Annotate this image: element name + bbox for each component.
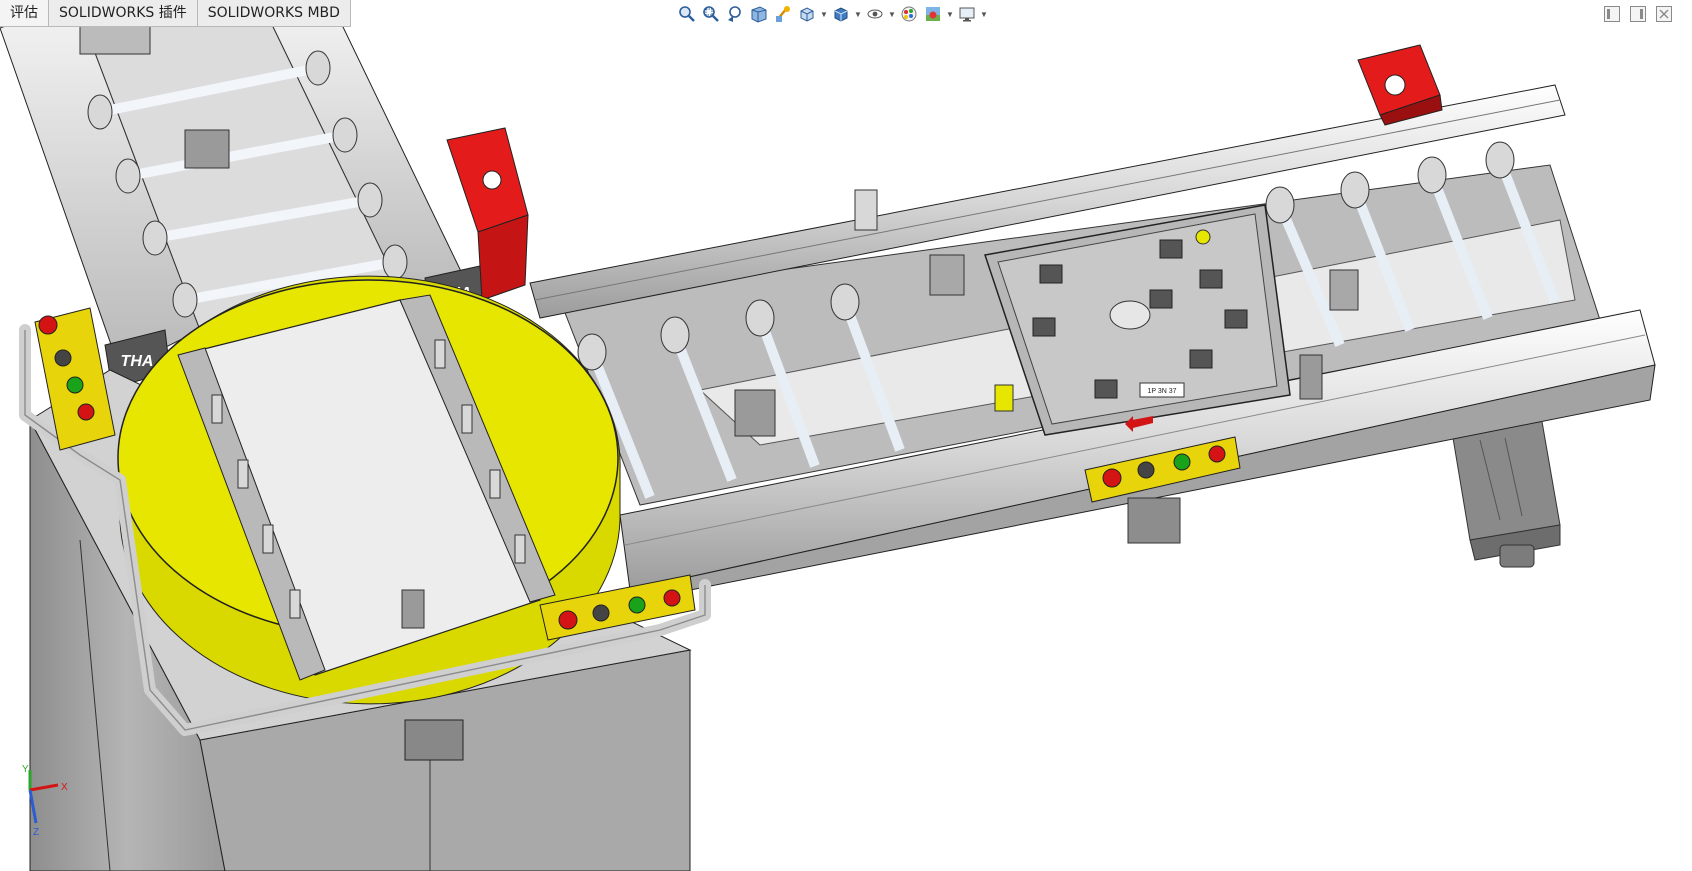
right-conveyor: 1P 3N 37 [529,44,1656,601]
pallet-label: 1P 3N 37 [1147,388,1176,395]
display-style-icon[interactable] [830,2,852,26]
view-settings-dropdown-icon[interactable]: ▼ [980,2,988,26]
triad-z-label: Z [33,827,39,838]
brand-label-left: THA [121,353,154,370]
triad-x-label: X [61,782,68,793]
triad-y-label: Y [22,764,29,775]
tab-evaluate[interactable]: 评估 [0,0,49,27]
section-view-icon[interactable] [748,2,770,26]
display-style-dropdown-icon[interactable]: ▼ [854,2,862,26]
tab-solidworks-addins[interactable]: SOLIDWORKS 插件 [49,0,198,27]
dynamic-annotation-icon[interactable] [772,2,794,26]
tab-solidworks-mbd[interactable]: SOLIDWORKS MBD [197,0,351,27]
viewport-window-controls [1604,6,1672,22]
apply-scene-icon[interactable] [922,2,944,26]
previous-view-icon[interactable] [724,2,746,26]
hide-show-items-icon[interactable] [864,2,886,26]
view-orientation-dropdown-icon[interactable]: ▼ [820,2,828,26]
restore-left-icon[interactable] [1604,6,1620,22]
hide-show-dropdown-icon[interactable]: ▼ [888,2,896,26]
command-manager-tabs: 评估 SOLIDWORKS 插件 SOLIDWORKS MBD [0,0,351,27]
restore-right-icon[interactable] [1630,6,1646,22]
view-settings-icon[interactable] [956,2,978,26]
view-orientation-icon[interactable] [796,2,818,26]
zoom-to-area-icon[interactable] [700,2,722,26]
apply-scene-dropdown-icon[interactable]: ▼ [946,2,954,26]
zoom-to-fit-icon[interactable] [676,2,698,26]
edit-appearance-icon[interactable] [898,2,920,26]
close-window-icon[interactable] [1656,6,1672,22]
model-viewport[interactable]: 1P 3N 37 THA T [0,0,1692,871]
heads-up-view-toolbar: ▼ ▼ ▼ ▼ ▼ [676,2,988,26]
